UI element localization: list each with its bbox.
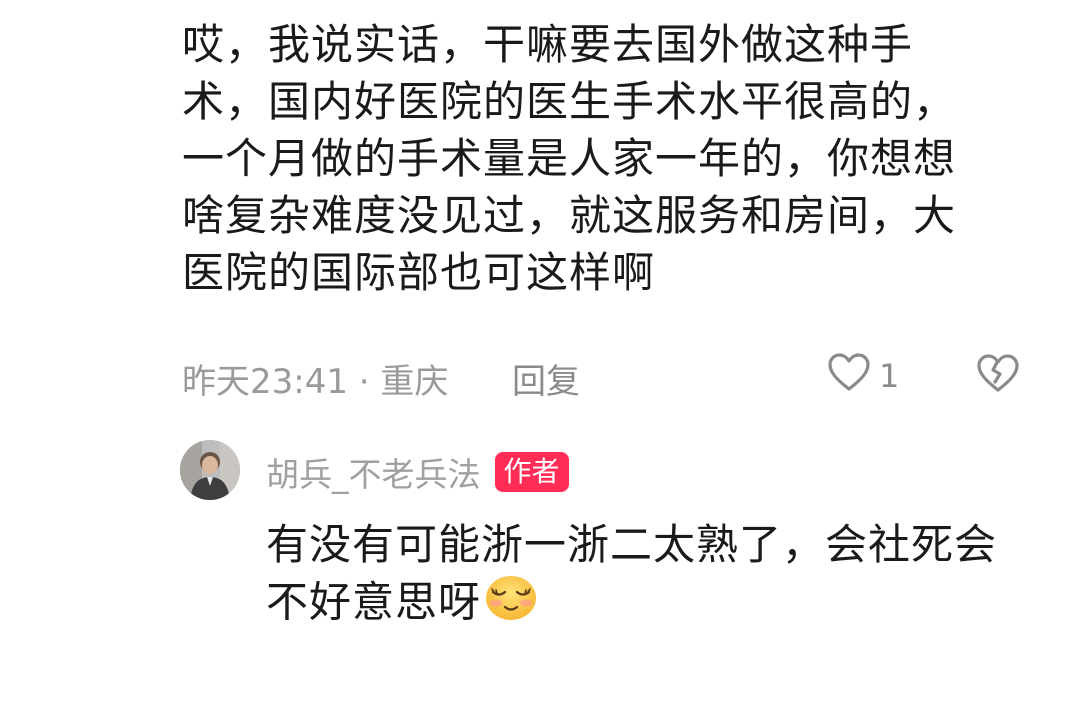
author-name[interactable]: 胡兵_不老兵法 <box>266 448 481 496</box>
comment-line: 术，国内好医院的医生手术水平很高的， <box>182 77 957 126</box>
heart-icon <box>827 352 871 401</box>
comment-line: 哎，我说实话，干嘛要去国外做这种手 <box>182 20 914 69</box>
comment-thread: 哎，我说实话，干嘛要去国外做这种手 术，国内好医院的医生手术水平很高的， 一个月… <box>0 0 1080 712</box>
shy-smile-emoji-icon <box>483 573 539 637</box>
author-avatar[interactable] <box>180 440 240 500</box>
like-button[interactable]: 1 <box>827 350 899 402</box>
broken-heart-icon <box>975 354 1021 403</box>
reply-line: 不好意思呀 <box>266 573 1056 637</box>
comment-meta-row: 昨天23:41 · 重庆 回复 1 <box>182 350 1042 402</box>
author-row: 胡兵_不老兵法 作者 <box>266 446 569 498</box>
comment-timestamp: 昨天23:41 · 重庆 <box>182 362 449 402</box>
comment-body: 哎，我说实话，干嘛要去国外做这种手 术，国内好医院的医生手术水平很高的， 一个月… <box>182 16 1012 301</box>
reply-button[interactable]: 回复 <box>512 354 580 403</box>
reply-line-text: 不好意思呀 <box>266 577 482 627</box>
comment-line: 医院的国际部也可这样啊 <box>182 248 656 297</box>
reply-body: 有没有可能浙一浙二太熟了，会社死会 不好意思呀 <box>266 517 1056 637</box>
comment-line: 一个月做的手术量是人家一年的，你想想 <box>182 134 957 183</box>
reply-line: 有没有可能浙一浙二太熟了，会社死会 <box>266 520 998 569</box>
comment-line: 啥复杂难度没见过，就这服务和房间，大 <box>182 191 957 240</box>
author-badge: 作者 <box>494 452 569 492</box>
dislike-button[interactable] <box>975 352 1021 403</box>
like-count: 1 <box>879 357 900 395</box>
